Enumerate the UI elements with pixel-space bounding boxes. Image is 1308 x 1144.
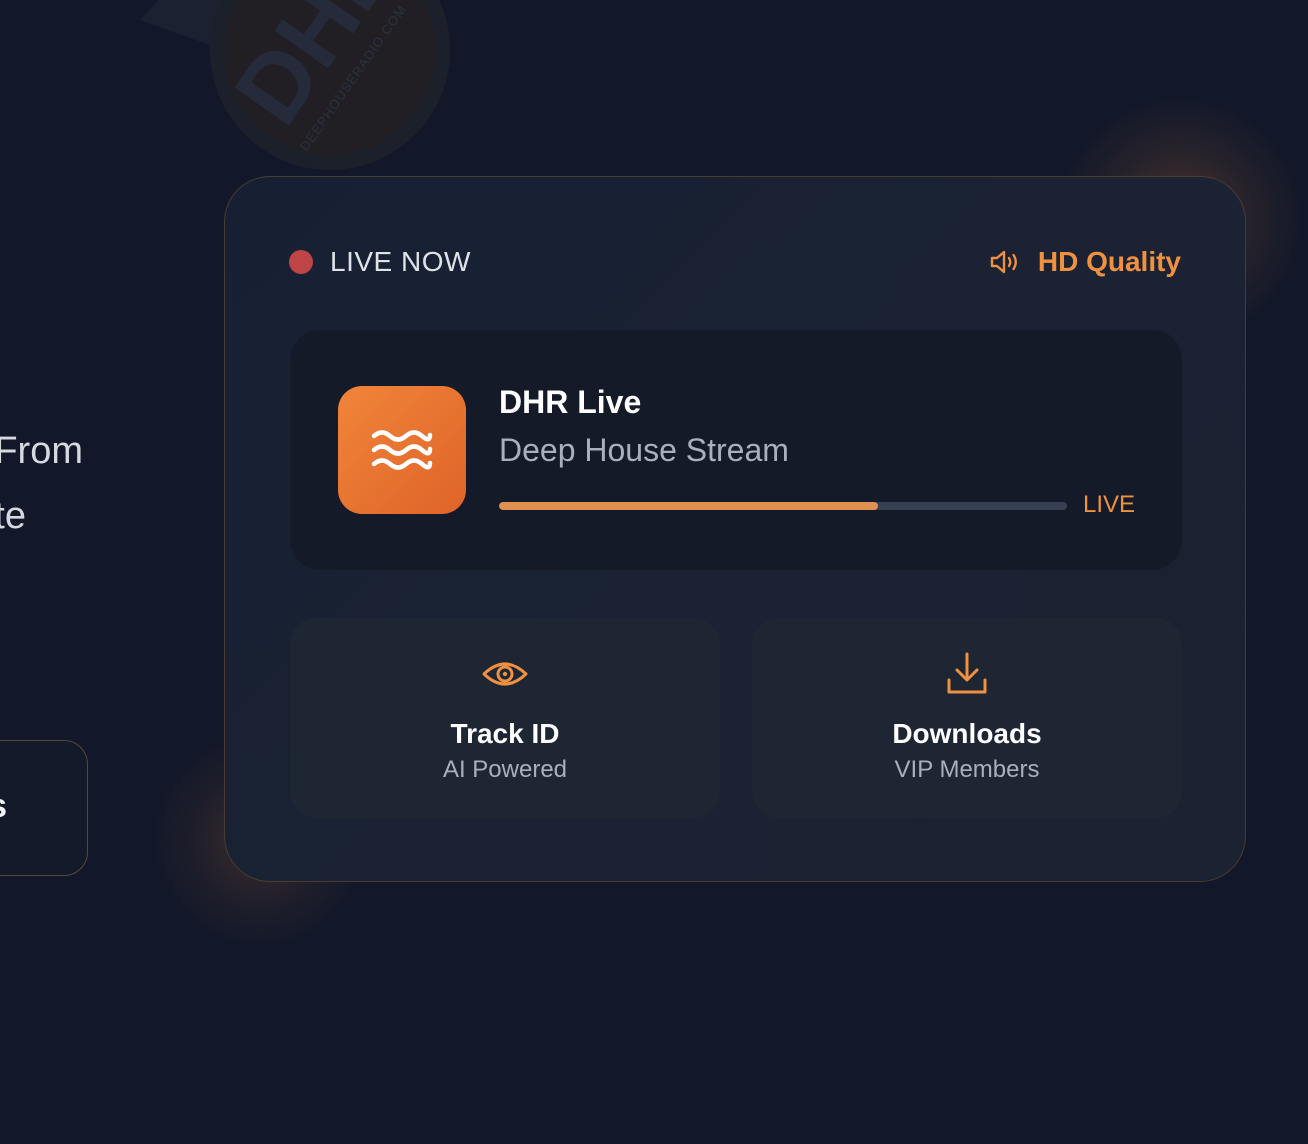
quality-indicator: HD Quality [989,245,1181,279]
live-tag: LIVE [1083,491,1136,518]
hero-text-line: te [0,495,26,537]
waves-icon [371,430,433,470]
track-id-tile[interactable]: Track ID AI Powered [290,618,720,818]
station-description: Deep House Stream [499,432,789,468]
live-indicator: LIVE NOW [289,245,471,279]
speaker-icon [990,250,1017,274]
downloads-tile[interactable]: Downloads VIP Members [752,618,1182,818]
eye-icon [482,662,528,686]
track-id-title: Track ID [450,718,560,749]
live-dot-icon [289,250,313,274]
hero-cta-button[interactable]: s [0,740,88,876]
station-artwork [338,386,466,514]
download-icon [947,652,987,694]
track-id-subtitle: AI Powered [442,756,568,783]
page-background: DHR DEEPHOUSERADIO.COM From te s LIVE NO… [0,0,1308,1144]
live-now-label: LIVE NOW [330,246,471,277]
downloads-subtitle: VIP Members [894,756,1040,783]
hero-cta-label: s [0,789,7,823]
now-playing-panel: DHR Live Deep House Stream LIVE [290,330,1182,570]
card-header: LIVE NOW HD Quality [289,245,1181,279]
stream-progress-fill [499,502,878,510]
downloads-title: Downloads [892,718,1042,749]
station-name: DHR Live [499,384,642,420]
player-card: LIVE NOW HD Quality DHR Live Deep House … [224,176,1246,882]
hd-quality-label: HD Quality [1037,246,1181,277]
hero-text-line: From [0,430,83,472]
stream-progress-bar [499,502,1067,510]
